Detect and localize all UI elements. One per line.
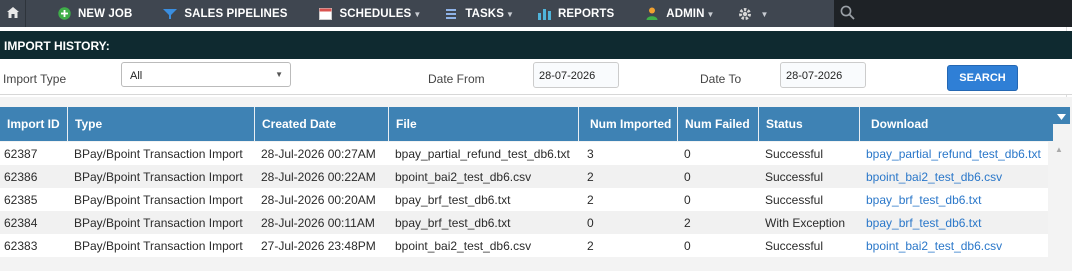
cell-num-failed: 0: [684, 146, 691, 161]
chevron-down-icon: ▼: [413, 10, 422, 19]
nav-label: SCHEDULES: [339, 7, 412, 20]
column-header-type[interactable]: Type: [68, 107, 255, 141]
cell-status: Successful: [765, 192, 824, 207]
cell-status: Successful: [765, 238, 824, 253]
column-header-num-failed[interactable]: Num Failed: [678, 107, 759, 141]
column-header-download[interactable]: Download: [860, 107, 1053, 141]
cell-num-failed: 0: [684, 238, 691, 253]
scroll-up-icon[interactable]: ▲: [1055, 145, 1063, 154]
import-history-title: IMPORT HISTORY:: [0, 31, 1072, 59]
date-to-label: Date To: [700, 72, 742, 86]
cell-import-id: 62384: [4, 215, 38, 230]
import-type-label: Import Type: [3, 72, 67, 86]
cell-num-failed: 2: [684, 215, 691, 230]
cell-num-failed: 0: [684, 169, 691, 184]
cell-created-date: 28-Jul-2026 00:11AM: [261, 215, 375, 230]
cell-file: bpay_brf_test_db6.txt: [395, 192, 511, 207]
cell-type: BPay/Bpoint Transaction Import: [74, 146, 243, 161]
import-type-select[interactable]: All ▼: [121, 62, 291, 87]
column-header-file[interactable]: File: [389, 107, 579, 141]
column-header-num-imported[interactable]: Num Imported: [579, 107, 678, 141]
chevron-down-icon: ▼: [706, 10, 715, 19]
cell-status: With Exception: [765, 215, 846, 230]
chevron-down-icon: ▼: [505, 10, 514, 19]
nav-sales-pipelines[interactable]: SALES PIPELINES: [162, 0, 287, 27]
search-button[interactable]: SEARCH: [947, 65, 1018, 91]
cell-type: BPay/Bpoint Transaction Import: [74, 238, 243, 253]
cell-type: BPay/Bpoint Transaction Import: [74, 192, 243, 207]
column-header-created-date[interactable]: Created Date: [255, 107, 389, 141]
download-link[interactable]: bpoint_bai2_test_db6.csv: [860, 165, 1048, 188]
cell-type: BPay/Bpoint Transaction Import: [74, 169, 243, 184]
cell-file: bpoint_bai2_test_db6.csv: [395, 238, 532, 253]
cell-file: bpay_partial_refund_test_db6.txt: [395, 146, 570, 161]
cell-import-id: 62386: [4, 169, 38, 184]
date-from-input[interactable]: 28-07-2026: [533, 62, 619, 88]
cell-created-date: 28-Jul-2026 00:27AM: [261, 146, 376, 161]
table-header: Import ID Type Created Date File Num Imp…: [0, 107, 1053, 141]
column-menu-button[interactable]: [1053, 107, 1070, 124]
nav-new-job[interactable]: NEW JOB: [56, 0, 132, 27]
cell-num-imported: 2: [587, 169, 594, 184]
cell-status: Successful: [765, 146, 824, 161]
cell-status: Successful: [765, 169, 824, 184]
nav-label: ADMIN: [666, 7, 705, 20]
nav-schedules[interactable]: SCHEDULES ▼: [317, 0, 421, 27]
import-type-value: All: [130, 70, 143, 82]
table-row[interactable]: 62383 BPay/Bpoint Transaction Import 27-…: [0, 234, 1048, 257]
chevron-down-icon: ▼: [760, 10, 769, 19]
nav-admin[interactable]: ADMIN ▼: [644, 0, 714, 27]
cell-type: BPay/Bpoint Transaction Import: [74, 215, 243, 230]
home-button[interactable]: [0, 0, 26, 27]
cell-import-id: 62383: [4, 238, 38, 253]
cell-num-imported: 2: [587, 238, 594, 253]
global-search-input[interactable]: [834, 0, 1072, 27]
cell-num-imported: 2: [587, 192, 594, 207]
list-icon: [443, 6, 459, 22]
column-header-status[interactable]: Status: [759, 107, 860, 141]
plus-circle-icon: [56, 6, 72, 22]
filter-bar: Import Type All ▼ Date From 28-07-2026 D…: [0, 59, 1072, 95]
cell-import-id: 62385: [4, 192, 38, 207]
table-row[interactable]: 62386 BPay/Bpoint Transaction Import 28-…: [0, 165, 1048, 188]
search-icon: [840, 5, 855, 23]
table-row[interactable]: 62385 BPay/Bpoint Transaction Import 28-…: [0, 188, 1048, 211]
calendar-icon: [317, 6, 333, 22]
cell-num-failed: 0: [684, 192, 691, 207]
nav-settings[interactable]: ▼: [737, 0, 769, 27]
cell-created-date: 27-Jul-2026 23:48PM: [261, 238, 376, 253]
nav-reports[interactable]: REPORTS: [536, 0, 614, 27]
nav-label: TASKS: [465, 7, 504, 20]
cell-created-date: 28-Jul-2026 00:22AM: [261, 169, 376, 184]
cell-file: bpay_brf_test_db6.txt: [395, 215, 511, 230]
cell-import-id: 62387: [4, 146, 38, 161]
cell-created-date: 28-Jul-2026 00:20AM: [261, 192, 376, 207]
chevron-down-icon: [1057, 109, 1066, 123]
gear-icon: [737, 6, 753, 22]
download-link[interactable]: bpay_brf_test_db6.txt: [860, 188, 1048, 211]
table-body: 62387 BPay/Bpoint Transaction Import 28-…: [0, 142, 1048, 257]
home-icon: [6, 6, 20, 22]
date-to-input[interactable]: 28-07-2026: [780, 62, 866, 88]
funnel-icon: [162, 6, 178, 22]
table-row[interactable]: 62384 BPay/Bpoint Transaction Import 28-…: [0, 211, 1048, 234]
download-link[interactable]: bpoint_bai2_test_db6.csv: [860, 234, 1048, 257]
table-row[interactable]: 62387 BPay/Bpoint Transaction Import 28-…: [0, 142, 1048, 165]
chevron-down-icon: ▼: [275, 70, 283, 79]
date-from-label: Date From: [428, 72, 485, 86]
bar-chart-icon: [536, 6, 552, 22]
nav-label: NEW JOB: [78, 7, 133, 20]
top-nav: NEW JOB SALES PIPELINES SCHEDULES ▼ TASK…: [0, 0, 1072, 27]
column-header-import-id[interactable]: Import ID: [0, 107, 68, 141]
nav-label: REPORTS: [558, 7, 615, 20]
cell-num-imported: 3: [587, 146, 594, 161]
cell-num-imported: 0: [587, 215, 594, 230]
download-link[interactable]: bpay_partial_refund_test_db6.txt: [860, 142, 1048, 165]
user-icon: [644, 6, 660, 22]
cell-file: bpoint_bai2_test_db6.csv: [395, 169, 532, 184]
nav-tasks[interactable]: TASKS ▼: [443, 0, 514, 27]
download-link[interactable]: bpay_brf_test_db6.txt: [860, 211, 1048, 234]
nav-label: SALES PIPELINES: [184, 7, 288, 20]
